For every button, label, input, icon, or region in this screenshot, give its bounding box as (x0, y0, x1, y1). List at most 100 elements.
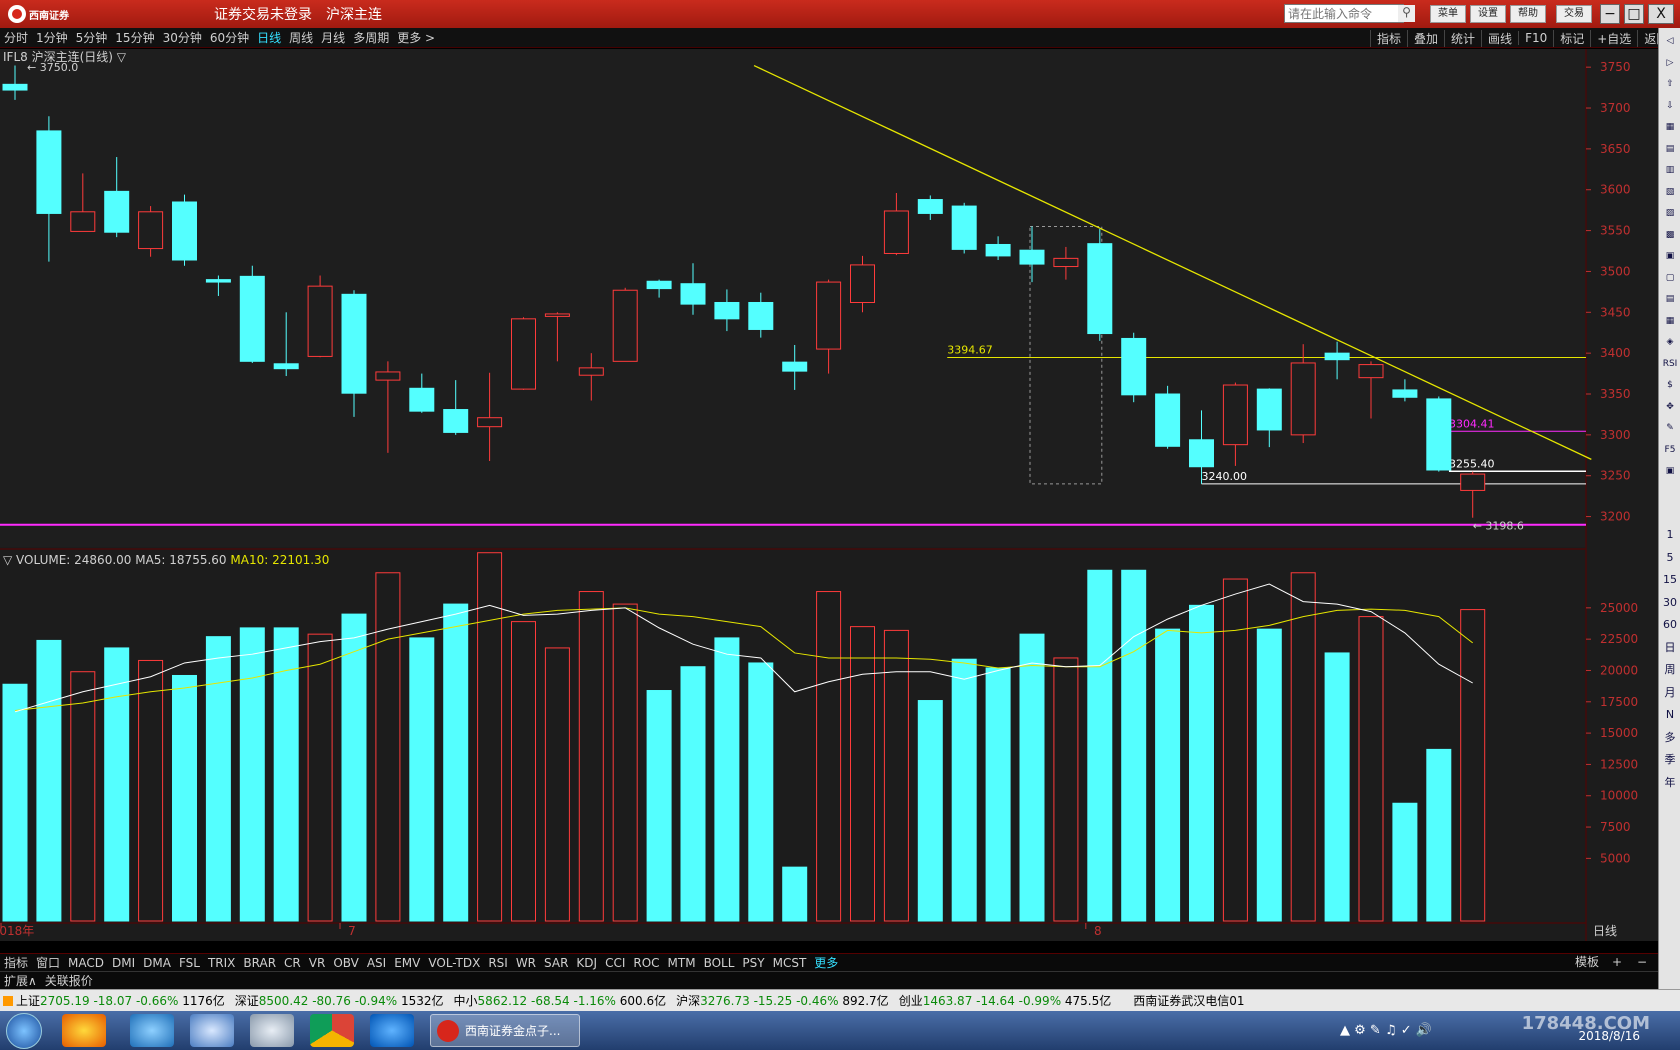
chart-tool-button[interactable]: 画线 (1481, 29, 1518, 47)
period-tab[interactable]: 月线 (317, 29, 349, 46)
sidebar-tool-icon[interactable]: ▷ (1661, 54, 1679, 72)
sidebar-tool-icon[interactable]: ▤ (1661, 290, 1679, 308)
ticker-item[interactable]: 沪深3276.73 -15.25 -0.46% 892.7亿 (676, 992, 889, 1009)
chart-tool-button[interactable]: 指标 (1370, 29, 1407, 47)
sidebar-period-item[interactable]: 季 (1661, 751, 1679, 769)
chart-tool-button[interactable]: 叠加 (1407, 29, 1444, 47)
chart-tool-button[interactable]: 统计 (1444, 29, 1481, 47)
sidebar-period-item[interactable]: N (1661, 706, 1679, 724)
indicator-tab[interactable]: BRAR (239, 956, 280, 970)
sidebar-tool-icon[interactable]: ▦ (1661, 312, 1679, 330)
indicator-tab[interactable]: CCI (601, 956, 629, 970)
indicator-tab[interactable]: RSI (484, 956, 512, 970)
close-button[interactable]: X (1648, 4, 1674, 24)
sidebar-period-item[interactable]: 日 (1661, 639, 1679, 657)
chrome-icon[interactable] (310, 1014, 354, 1047)
sidebar-tool-icon[interactable]: ◁ (1661, 32, 1679, 50)
period-tab[interactable]: 日线 (253, 29, 285, 46)
menu-button[interactable]: 菜单 (1430, 5, 1466, 23)
ticker-item[interactable]: 上证2705.19 -18.07 -0.66% 1176亿 (16, 992, 225, 1009)
indicator-tab[interactable]: DMA (139, 956, 175, 970)
chart-area[interactable]: IFL8 沪深主连(日线) ▽ ▽ VOLUME: 24860.00 MA5: 1… (0, 49, 1658, 941)
app-title[interactable]: 证券交易未登录 (214, 4, 312, 24)
ticker-item[interactable]: 深证8500.42 -80.76 -0.94% 1532亿 (235, 992, 444, 1009)
sidebar-tool-icon[interactable]: ▨ (1661, 204, 1679, 222)
sidebar-tool-icon[interactable]: ▥ (1661, 161, 1679, 179)
maximize-button[interactable]: □ (1624, 4, 1644, 24)
command-input[interactable] (1284, 4, 1404, 23)
indicator-tab[interactable]: VR (305, 956, 330, 970)
sidebar-period-item[interactable]: 年 (1661, 774, 1679, 792)
taskbar-k-icon[interactable] (370, 1014, 414, 1047)
chart-tool-button[interactable]: +自选 (1590, 29, 1637, 47)
indicator-tab[interactable]: BOLL (700, 956, 739, 970)
sidebar-tool-icon[interactable]: RSI (1661, 355, 1679, 373)
sidebar-tool-icon[interactable]: ▢ (1661, 269, 1679, 287)
sidebar-period-item[interactable]: 15 (1661, 571, 1679, 589)
sidebar-tool-icon[interactable]: ✎ (1661, 419, 1679, 437)
indicator-tab[interactable]: ASI (363, 956, 390, 970)
indicator-tab[interactable]: FSL (175, 956, 204, 970)
sidebar-period-item[interactable]: 1 (1661, 526, 1679, 544)
template-button[interactable]: 模板 (1575, 953, 1599, 971)
indicator-tab[interactable]: CR (280, 956, 305, 970)
indicator-tab[interactable]: PSY (738, 956, 768, 970)
template-remove-button[interactable]: − (1637, 953, 1647, 971)
period-tab[interactable]: 分时 (0, 29, 32, 46)
ticker-item[interactable]: 创业1463.87 -14.64 -0.99% 475.5亿 (899, 992, 1112, 1009)
indicator-tab[interactable]: WR (512, 956, 540, 970)
taskbar-active-app[interactable]: 西南证券金点子... (430, 1014, 580, 1047)
help-button[interactable]: 帮助 (1510, 5, 1546, 23)
settings-button[interactable]: 设置 (1470, 5, 1506, 23)
period-tab[interactable]: 60分钟 (206, 29, 253, 46)
sidebar-tool-icon[interactable]: ▤ (1661, 140, 1679, 158)
sidebar-tool-icon[interactable]: ▩ (1661, 226, 1679, 244)
period-tab[interactable]: 更多 > (393, 29, 439, 46)
sidebar-tool-icon[interactable]: F5 (1661, 441, 1679, 459)
sidebar-period-item[interactable]: 30 (1661, 594, 1679, 612)
sidebar-tool-icon[interactable]: ⇩ (1661, 97, 1679, 115)
taskbar-calculator-icon[interactable] (250, 1014, 294, 1047)
candlestick-chart[interactable]: IFL8 沪深主连(日线) ▽▽ VOLUME: 24860.00 MA5: 1… (0, 49, 1658, 941)
search-icon[interactable]: ⚲ (1398, 5, 1415, 22)
ticker-item[interactable]: 中小5862.12 -68.54 -1.16% 600.6亿 (454, 992, 667, 1009)
trade-button[interactable]: 交易 (1556, 5, 1592, 23)
taskbar-browser-icon[interactable] (130, 1014, 174, 1047)
sidebar-period-item[interactable]: 周 (1661, 661, 1679, 679)
period-tab[interactable]: 30分钟 (159, 29, 206, 46)
system-tray[interactable]: ▲ ⚙ ✎ ♫ ✓ 🔊 (1340, 1023, 1432, 1038)
period-tab[interactable]: 5分钟 (72, 29, 112, 46)
indicator-tab[interactable]: VOL-TDX (424, 956, 484, 970)
indicator-tab[interactable]: MCST (769, 956, 811, 970)
sidebar-period-item[interactable]: 5 (1661, 549, 1679, 567)
period-tab[interactable]: 周线 (285, 29, 317, 46)
indicator-tab[interactable]: 更多 (810, 954, 842, 971)
sidebar-tool-icon[interactable]: $ (1661, 376, 1679, 394)
minimize-button[interactable]: − (1600, 4, 1620, 24)
indicator-tab[interactable]: EMV (390, 956, 424, 970)
sidebar-tool-icon[interactable]: ✥ (1661, 398, 1679, 416)
indicator-tab[interactable]: OBV (329, 956, 363, 970)
sidebar-tool-icon[interactable]: ▣ (1661, 247, 1679, 265)
sidebar-period-item[interactable]: 月 (1661, 684, 1679, 702)
sidebar-tool-icon[interactable]: ▧ (1661, 183, 1679, 201)
period-tab[interactable]: 多周期 (349, 29, 393, 46)
indicator-tab[interactable]: MACD (64, 956, 108, 970)
chart-tool-button[interactable]: F10 (1518, 31, 1553, 45)
template-add-button[interactable]: + (1612, 953, 1622, 971)
indicator-tab[interactable]: TRIX (204, 956, 239, 970)
taskbar-paint-icon[interactable] (190, 1014, 234, 1047)
sidebar-tool-icon[interactable]: ◈ (1661, 333, 1679, 351)
chart-tool-button[interactable]: 标记 (1553, 29, 1590, 47)
indicator-tab[interactable]: SAR (540, 956, 572, 970)
indicator-tab[interactable]: ROC (629, 956, 663, 970)
period-tab[interactable]: 1分钟 (32, 29, 72, 46)
indicator-tab[interactable]: 窗口 (32, 954, 64, 971)
sidebar-tool-icon[interactable]: ⇧ (1661, 75, 1679, 93)
period-tab[interactable]: 15分钟 (111, 29, 158, 46)
extend-toggle[interactable]: 扩展∧ (0, 972, 41, 989)
sidebar-tool-icon[interactable]: ▣ (1661, 462, 1679, 480)
indicator-tab[interactable]: 指标 (0, 954, 32, 971)
clock-date[interactable]: 2018/8/16 (1578, 1029, 1640, 1043)
start-button[interactable] (6, 1013, 42, 1049)
